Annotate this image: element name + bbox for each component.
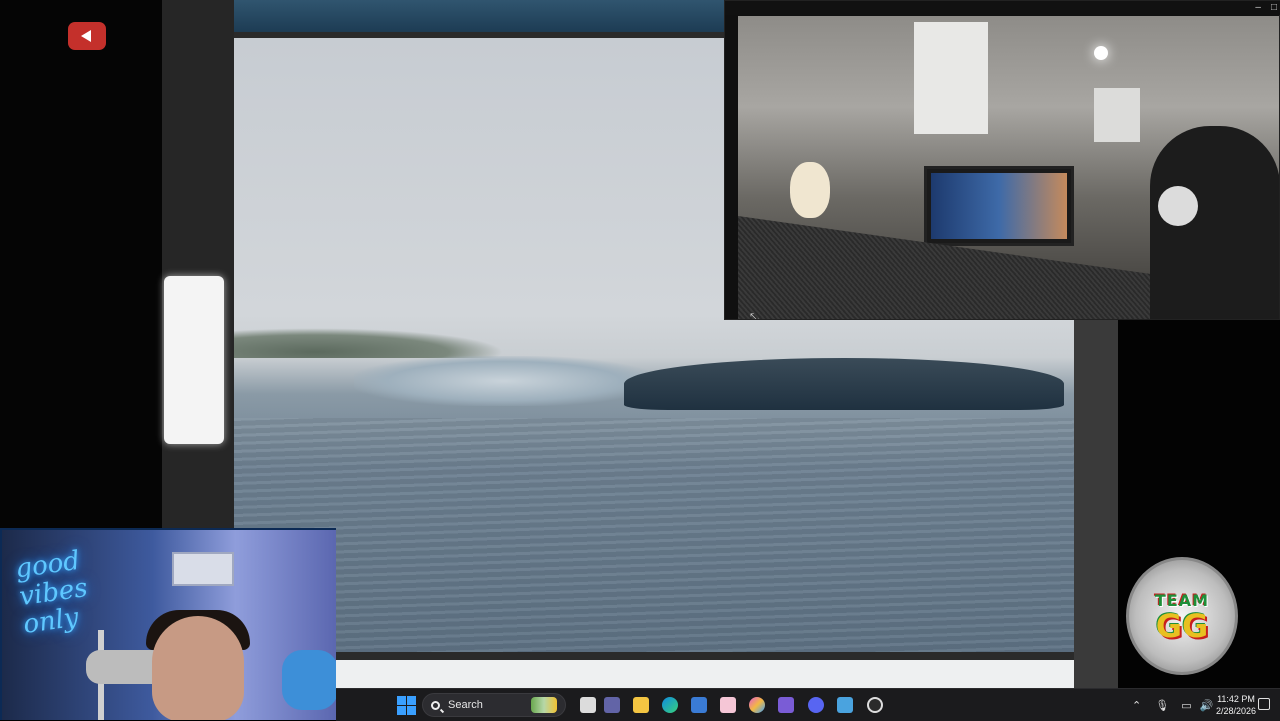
search-label: Search [448,699,483,711]
webcam-feed: ⤡ [738,16,1279,319]
notification-icon[interactable] [1258,698,1270,710]
streamer-webcam: good vibes only [0,528,336,720]
badge-main-text: GG [1155,606,1209,645]
film-right-edge [1074,320,1118,688]
clock-date: 2/28/2026 [1215,706,1257,716]
microphone-icon[interactable]: 🎙 [1155,699,1169,712]
streamer-face [152,616,244,720]
notepad-icon [837,697,853,713]
upper-cabinet [1094,88,1140,142]
edge-icon [662,697,678,713]
discord-button[interactable] [804,693,828,717]
teams-icon [604,697,620,713]
plush-toy [790,162,830,218]
notepad-button[interactable] [833,693,857,717]
barrel-wave [624,358,1064,410]
youtube-back-button[interactable] [68,22,106,50]
pinned-app-icon [720,697,736,713]
resize-icon[interactable]: ⤡ [750,312,759,319]
clock-time: 11:42 PM [1217,694,1255,704]
task-view-icon [580,697,596,713]
ceiling-light [1094,46,1108,60]
air-conditioner [172,552,234,586]
devtools-button[interactable] [774,693,798,717]
island-treeline [234,328,504,358]
devtools-icon [778,697,794,713]
copilot-icon [749,697,765,713]
obs-icon [867,697,883,713]
desk-monitor [924,166,1074,246]
play-back-icon [81,30,91,42]
store-button[interactable] [687,693,711,717]
film-bottom-band [336,660,1074,688]
search-highlight-icon [531,697,557,713]
film-sprocket-window [164,276,224,444]
wave-spray [354,356,654,406]
store-icon [691,697,707,713]
obs-button[interactable] [863,693,887,717]
file-explorer-button[interactable] [629,693,653,717]
headphones [1158,186,1198,226]
pinned-app-button[interactable] [716,693,740,717]
teams-button[interactable] [600,693,624,717]
network-icon[interactable]: ▭ [1181,699,1191,712]
window-controls: – □ [1255,2,1277,13]
webcam-window[interactable]: – □ ⤡ [724,0,1280,320]
film-top-band [234,0,724,32]
team-gg-badge: TEAM GG [1126,557,1238,675]
pillow [282,650,336,710]
webcam-titlebar[interactable]: – □ [725,1,1280,15]
copilot-button[interactable] [745,693,769,717]
task-view-button[interactable] [576,693,600,717]
minimize-button[interactable]: – [1255,2,1261,13]
taskbar-clock[interactable]: 11:42 PM 2/28/2026 [1206,693,1266,717]
ocean-surface [234,418,1074,652]
taskbar-search[interactable]: Search [422,693,566,717]
monitor-screen [931,173,1067,239]
windows-taskbar: Search ⌃ 🎙 ▭ 🔊 11:42 PM 2/28/2026 [336,688,1280,721]
search-icon [431,700,440,710]
show-hidden-icons-chevron-icon[interactable]: ⌃ [1132,699,1141,712]
discord-icon [808,697,824,713]
kitchen-cabinet [914,22,988,134]
windows-logo-icon [396,695,416,715]
maximize-button[interactable]: □ [1271,2,1277,13]
edge-button[interactable] [658,693,682,717]
system-tray: ⌃ 🎙 ▭ 🔊 [1132,689,1213,721]
start-button[interactable] [394,693,418,717]
file-explorer-icon [633,697,649,713]
